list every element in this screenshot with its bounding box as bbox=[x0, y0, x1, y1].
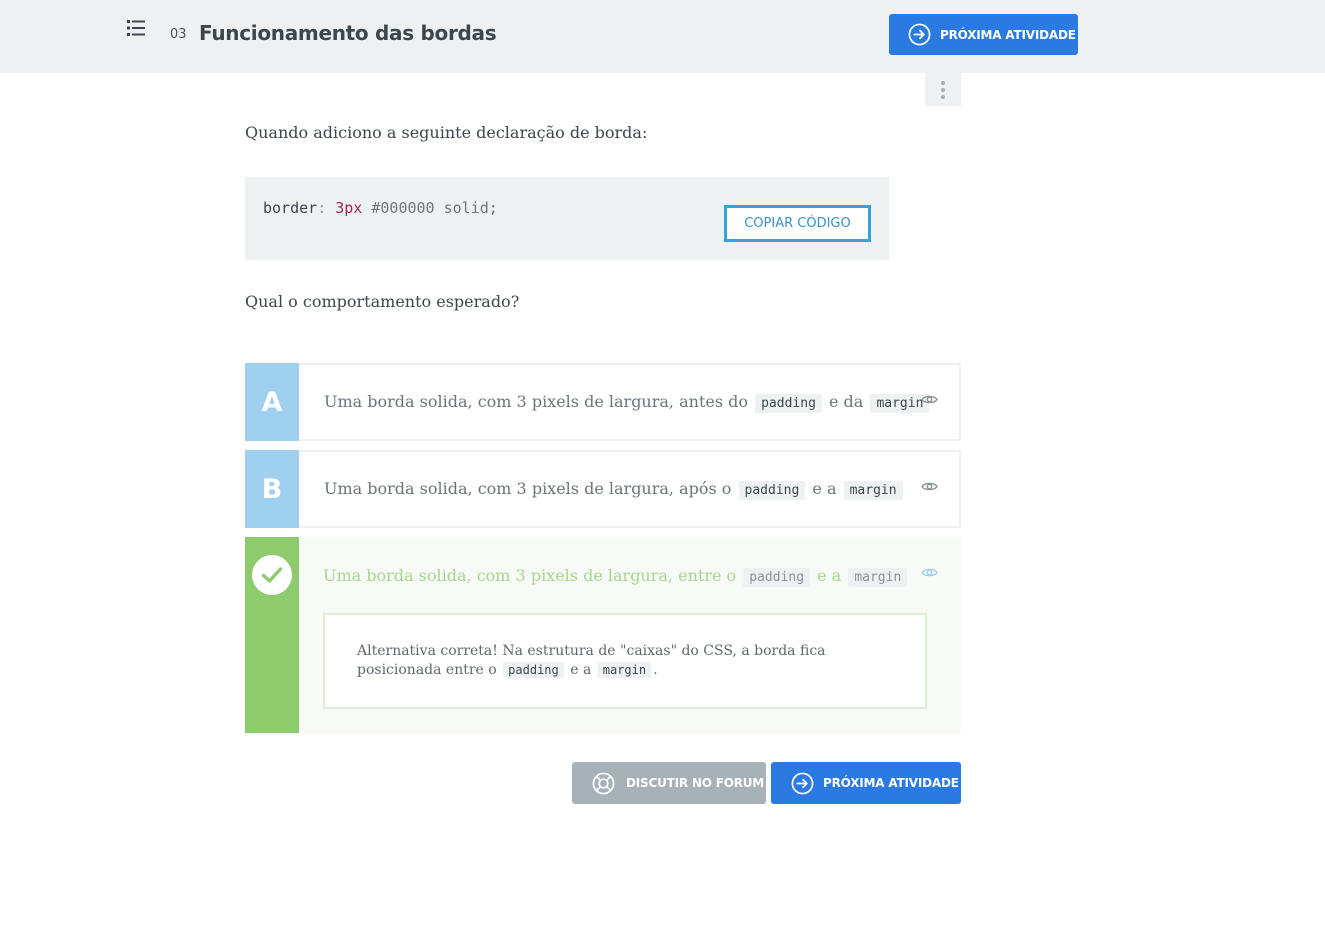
alternative-b[interactable]: B Uma borda solida, com 3 pixels de larg… bbox=[245, 450, 961, 528]
code-block: border: 3px #000000 solid; COPIAR CÓDIGO bbox=[245, 177, 889, 260]
copy-code-button[interactable]: COPIAR CÓDIGO bbox=[724, 205, 871, 242]
code-margin: margin bbox=[597, 662, 652, 678]
arrow-circle-right-icon bbox=[791, 772, 814, 794]
code-padding: padding bbox=[503, 662, 564, 678]
eye-icon[interactable] bbox=[921, 481, 938, 492]
alternative-a[interactable]: A Uma borda solida, com 3 pixels de larg… bbox=[245, 363, 961, 441]
alternative-letter: B bbox=[245, 450, 299, 528]
code-margin: margin bbox=[843, 481, 903, 500]
code-colon: : bbox=[317, 199, 327, 217]
alternative-correct[interactable]: Uma borda solida, com 3 pixels de largur… bbox=[245, 537, 961, 733]
feedback-box: Alternativa correta! Na estrutura de "ca… bbox=[323, 613, 927, 709]
lifebuoy-icon bbox=[592, 772, 615, 794]
eye-icon[interactable] bbox=[921, 394, 938, 405]
list-icon[interactable] bbox=[127, 20, 145, 36]
code-padding: padding bbox=[755, 394, 822, 413]
code-padding: padding bbox=[738, 481, 806, 500]
top-bar: 03 Funcionamento das bordas PRÓXIMA ATIV… bbox=[0, 0, 1325, 73]
lesson-title: Funcionamento das bordas bbox=[199, 21, 497, 45]
next-activity-button-bottom[interactable]: PRÓXIMA ATIVIDADE bbox=[771, 762, 961, 804]
alternative-text: Uma borda solida, com 3 pixels de largur… bbox=[324, 392, 931, 413]
next-activity-label: PRÓXIMA ATIVIDADE bbox=[940, 27, 1076, 42]
discuss-forum-label: DISCUTIR NO FORUM bbox=[626, 776, 765, 790]
more-vertical-icon[interactable] bbox=[925, 73, 961, 106]
alternative-text: Uma borda solida, com 3 pixels de largur… bbox=[323, 566, 909, 587]
code-margin: margin bbox=[848, 568, 908, 587]
next-activity-button-top[interactable]: PRÓXIMA ATIVIDADE bbox=[889, 14, 1078, 55]
code-rest: #000000 solid; bbox=[371, 199, 498, 217]
check-icon bbox=[252, 555, 292, 595]
eye-icon[interactable] bbox=[921, 567, 938, 578]
arrow-circle-right-icon bbox=[908, 23, 931, 46]
question-ask: Qual o comportamento esperado? bbox=[245, 292, 520, 311]
discuss-forum-button[interactable]: DISCUTIR NO FORUM bbox=[572, 762, 766, 804]
code-property: border bbox=[263, 199, 318, 217]
code-number: 3px bbox=[335, 199, 363, 217]
lesson-number: 03 bbox=[170, 27, 187, 42]
next-activity-label: PRÓXIMA ATIVIDADE bbox=[823, 776, 959, 790]
question-prompt: Quando adiciono a seguinte declaração de… bbox=[245, 123, 648, 142]
alternative-text: Uma borda solida, com 3 pixels de largur… bbox=[324, 479, 905, 500]
alternative-letter: A bbox=[245, 363, 299, 441]
correct-marker bbox=[245, 537, 299, 733]
code-padding: padding bbox=[743, 568, 811, 587]
feedback-text: Alternativa correta! Na estrutura de "ca… bbox=[357, 643, 826, 678]
code-line: border: 3px #000000 solid; bbox=[263, 199, 498, 217]
